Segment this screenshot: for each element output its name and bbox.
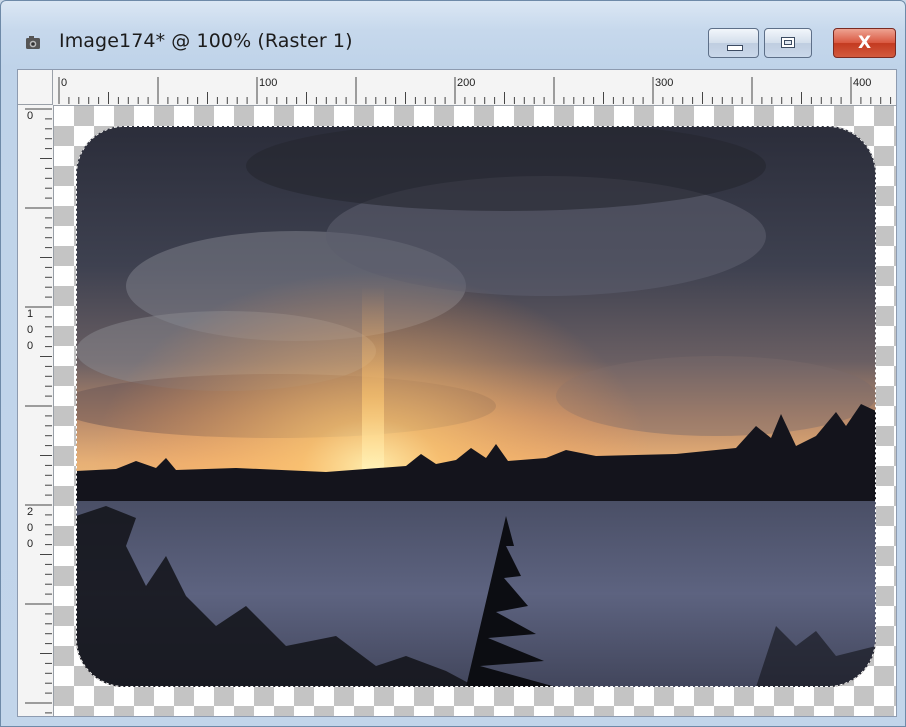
ruler-vlabel-200-d3: 0 <box>27 538 34 550</box>
maximize-button[interactable] <box>764 28 812 58</box>
ruler-vlabel-100-d1: 1 <box>27 308 34 320</box>
selection-marquee[interactable] <box>76 126 876 687</box>
window-title: Image174* @ 100% (Raster 1) <box>59 30 353 52</box>
transparency-checkerboard-canvas[interactable] <box>54 106 896 716</box>
ruler-vlabel-100-d2: 0 <box>27 324 34 336</box>
ruler-vlabel-200-d1: 2 <box>27 506 34 518</box>
minimize-icon <box>709 29 758 57</box>
ruler-label-100: 100 <box>259 77 278 89</box>
title-bar[interactable]: Image174* @ 100% (Raster 1) X <box>1 1 905 67</box>
minimize-button[interactable] <box>708 28 759 58</box>
close-button[interactable]: X <box>833 28 896 58</box>
ruler-label-400: 400 <box>853 77 872 89</box>
vertical-ruler[interactable]: 0 1 0 0 2 0 0 <box>18 105 54 716</box>
ruler-vlabel-0: 0 <box>27 110 34 122</box>
ruler-label-200: 200 <box>457 77 476 89</box>
image-document-window: Image174* @ 100% (Raster 1) X 0 100 200 … <box>0 0 906 727</box>
horizontal-ruler[interactable]: 0 100 200 300 400 <box>53 70 896 106</box>
ruler-vlabel-100-d3: 0 <box>27 340 34 352</box>
ruler-corner <box>18 70 53 105</box>
camera-icon[interactable] <box>25 35 41 51</box>
ruler-label-300: 300 <box>655 77 674 89</box>
ruler-vlabel-200-d2: 0 <box>27 522 34 534</box>
close-icon: X <box>857 33 872 53</box>
ruler-label-0: 0 <box>61 77 68 89</box>
maximize-icon <box>765 29 811 57</box>
document-client-area: 0 100 200 300 400 0 1 0 0 2 0 0 <box>17 69 897 717</box>
